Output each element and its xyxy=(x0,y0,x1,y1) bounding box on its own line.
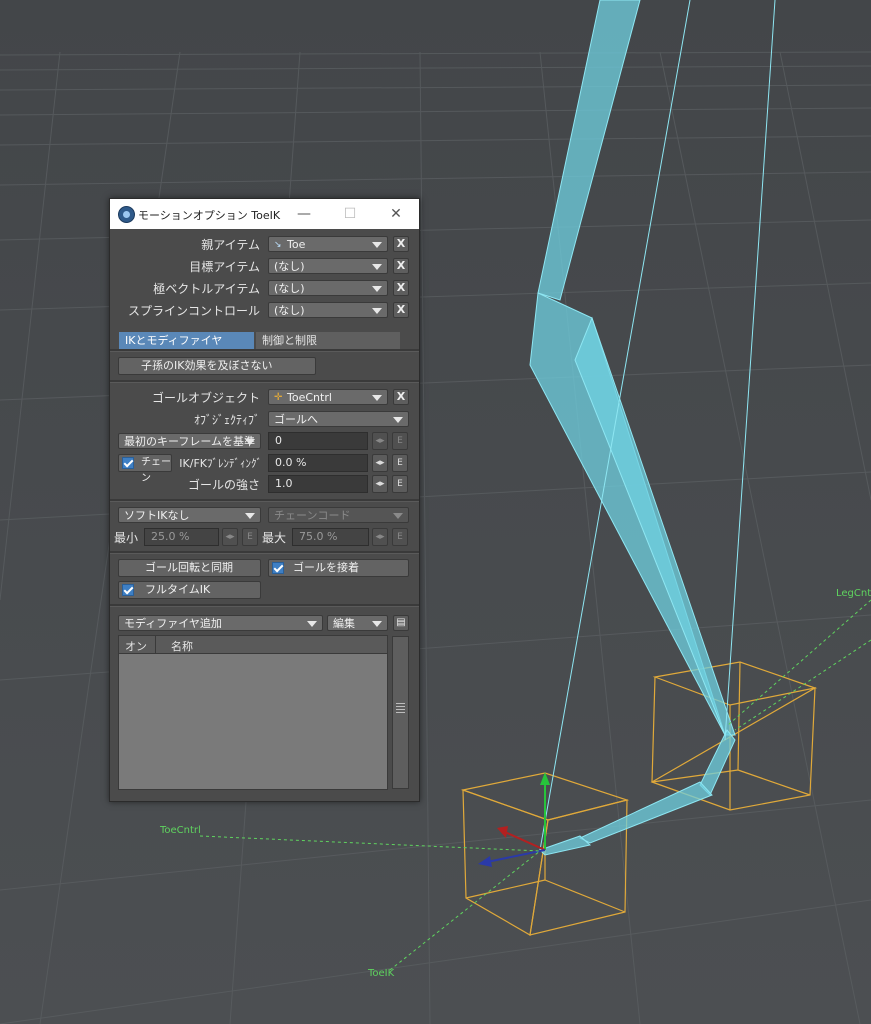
keyframe-reference-value: 最初のキーフレームを基準 xyxy=(124,435,256,448)
goal-strength-label: ゴールの強さ xyxy=(187,478,260,492)
goal-object-clear-button[interactable]: X xyxy=(393,389,409,405)
target-item-label: 目標アイテム xyxy=(189,260,260,274)
modifier-list-header: オン 名称 xyxy=(119,636,387,654)
pole-item-dropdown[interactable]: (なし) xyxy=(268,280,388,296)
soft-chain-dropdown[interactable]: チェーンコード xyxy=(268,507,409,523)
soft-max-field[interactable]: 75.0 % xyxy=(292,528,369,546)
goal-object-value: ToeCntrl xyxy=(287,391,332,404)
checkbox xyxy=(122,562,134,574)
stick-goal-label: ゴールを接着 xyxy=(293,561,359,574)
column-name[interactable]: 名称 xyxy=(171,638,193,654)
column-on[interactable]: オン xyxy=(125,638,147,654)
chevron-down-icon xyxy=(393,513,403,519)
child-ik-toggle[interactable]: 子孫のIK効果を及ぼさない xyxy=(118,357,316,375)
objective-dropdown[interactable]: ゴールへ xyxy=(268,411,409,427)
blend-label: IK/FKﾌﾞﾚﾝﾃﾞｨﾝｸﾞ xyxy=(179,457,262,470)
sync-goal-rotation-toggle[interactable]: ゴール回転と同期 xyxy=(118,559,261,577)
motion-options-dialog: モーションオプション ToeIK — ☐ ✕ 親アイテム ↘ Toe X 目標ア… xyxy=(109,198,420,802)
soft-ik-value: ソフトIKなし xyxy=(124,509,190,522)
chevron-down-icon xyxy=(307,621,317,627)
fulltime-ik-label: フルタイムIK xyxy=(145,583,211,596)
null-icon: ✛ xyxy=(274,392,283,403)
blend-envelope-button[interactable]: ◂▸ xyxy=(372,454,388,472)
chevron-down-icon xyxy=(372,621,382,627)
stick-goal-toggle[interactable]: ゴールを接着 xyxy=(268,559,409,577)
chevron-down-icon xyxy=(372,242,382,248)
minimize-icon[interactable]: — xyxy=(290,203,318,225)
spline-control-dropdown[interactable]: (なし) xyxy=(268,302,388,318)
edit-dropdown[interactable]: 編集 xyxy=(327,615,388,631)
parent-item-label: 親アイテム xyxy=(201,238,260,252)
keyframe-envelope-button[interactable]: ◂▸ xyxy=(372,432,388,450)
soft-max-label: 最大 xyxy=(262,531,287,545)
checkbox-checked xyxy=(272,562,284,574)
scroll-grip-icon xyxy=(396,703,405,704)
parent-item-value: Toe xyxy=(287,238,306,251)
soft-min-field[interactable]: 25.0 % xyxy=(144,528,219,546)
modifier-list-scrollbar[interactable] xyxy=(392,636,409,789)
goal-object-label: ゴールオブジェクト xyxy=(151,391,260,405)
add-modifier-dropdown[interactable]: モディファイヤ追加 xyxy=(118,615,323,631)
label-toeik: ToeIK xyxy=(368,968,395,979)
strength-e-button[interactable]: E xyxy=(392,475,408,493)
sync-goal-rotation-label: ゴール回転と同期 xyxy=(145,561,233,574)
target-item-value: (なし) xyxy=(274,260,305,273)
chevron-down-icon xyxy=(372,286,382,292)
objective-value: ゴールへ xyxy=(274,413,318,426)
spline-control-label: スプラインコントロール xyxy=(127,304,260,318)
goal-strength-field[interactable]: 1.0 xyxy=(268,475,368,493)
parent-item-dropdown[interactable]: ↘ Toe xyxy=(268,236,388,252)
keyframe-reference-dropdown[interactable]: 最初のキーフレームを基準 xyxy=(118,433,261,449)
label-legcntrl: LegCntrl xyxy=(836,588,871,599)
edit-label: 編集 xyxy=(333,617,355,630)
objective-label: ｵﾌﾞｼﾞｪｸﾃｨﾌﾞ xyxy=(193,413,260,427)
spline-control-value: (なし) xyxy=(274,304,305,317)
spline-control-clear-button[interactable]: X xyxy=(393,302,409,318)
close-icon[interactable]: ✕ xyxy=(382,203,410,225)
chevron-down-icon xyxy=(372,264,382,270)
max-envelope-button[interactable]: ◂▸ xyxy=(372,528,388,546)
target-item-dropdown[interactable]: (なし) xyxy=(268,258,388,274)
pole-item-label: 極ベクトルアイテム xyxy=(153,282,260,296)
modifier-list[interactable]: オン 名称 xyxy=(118,635,388,790)
maximize-icon[interactable]: ☐ xyxy=(336,203,364,225)
keyframe-field[interactable]: 0 xyxy=(268,432,368,450)
tab-ik-modifiers[interactable]: IKとモディファイヤ xyxy=(119,332,254,349)
target-item-clear-button[interactable]: X xyxy=(393,258,409,274)
chevron-down-icon xyxy=(245,439,255,445)
pole-item-value: (なし) xyxy=(274,282,305,295)
soft-ik-dropdown[interactable]: ソフトIKなし xyxy=(118,507,261,523)
min-e-button[interactable]: E xyxy=(242,528,258,546)
checkbox-checked xyxy=(122,584,134,596)
max-e-button[interactable]: E xyxy=(392,528,408,546)
child-ik-label: 子孫のIK効果を及ぼさない xyxy=(141,359,273,372)
chain-toggle[interactable]: チェーン xyxy=(118,454,172,484)
goal-object-dropdown[interactable]: ✛ ToeCntrl xyxy=(268,389,388,405)
chevron-down-icon xyxy=(245,513,255,519)
parent-item-clear-button[interactable]: X xyxy=(393,236,409,252)
blend-field[interactable]: 0.0 % xyxy=(268,454,368,472)
tab-controls-limits[interactable]: 制御と制限 xyxy=(256,332,400,349)
title-bar[interactable]: モーションオプション ToeIK — ☐ ✕ xyxy=(110,199,419,229)
app-icon xyxy=(118,206,135,223)
keyframe-e-button[interactable]: E xyxy=(392,432,408,450)
clipboard-icon[interactable]: ▤ xyxy=(393,615,409,631)
bone-icon: ↘ xyxy=(274,240,282,250)
blend-e-button[interactable]: E xyxy=(392,454,408,472)
pole-item-clear-button[interactable]: X xyxy=(393,280,409,296)
window-title: モーションオプション ToeIK xyxy=(138,209,281,222)
fulltime-ik-toggle[interactable]: フルタイムIK xyxy=(118,581,261,599)
checkbox-checked xyxy=(122,457,134,469)
add-modifier-label: モディファイヤ追加 xyxy=(124,617,222,630)
min-envelope-button[interactable]: ◂▸ xyxy=(222,528,238,546)
chevron-down-icon xyxy=(393,417,403,423)
chevron-down-icon xyxy=(372,308,382,314)
label-toecntrl: ToeCntrl xyxy=(160,825,201,836)
checkbox xyxy=(122,360,134,372)
strength-envelope-button[interactable]: ◂▸ xyxy=(372,475,388,493)
chevron-down-icon xyxy=(372,395,382,401)
soft-min-label: 最小 xyxy=(114,531,139,545)
soft-chain-value: チェーンコード xyxy=(274,509,351,522)
